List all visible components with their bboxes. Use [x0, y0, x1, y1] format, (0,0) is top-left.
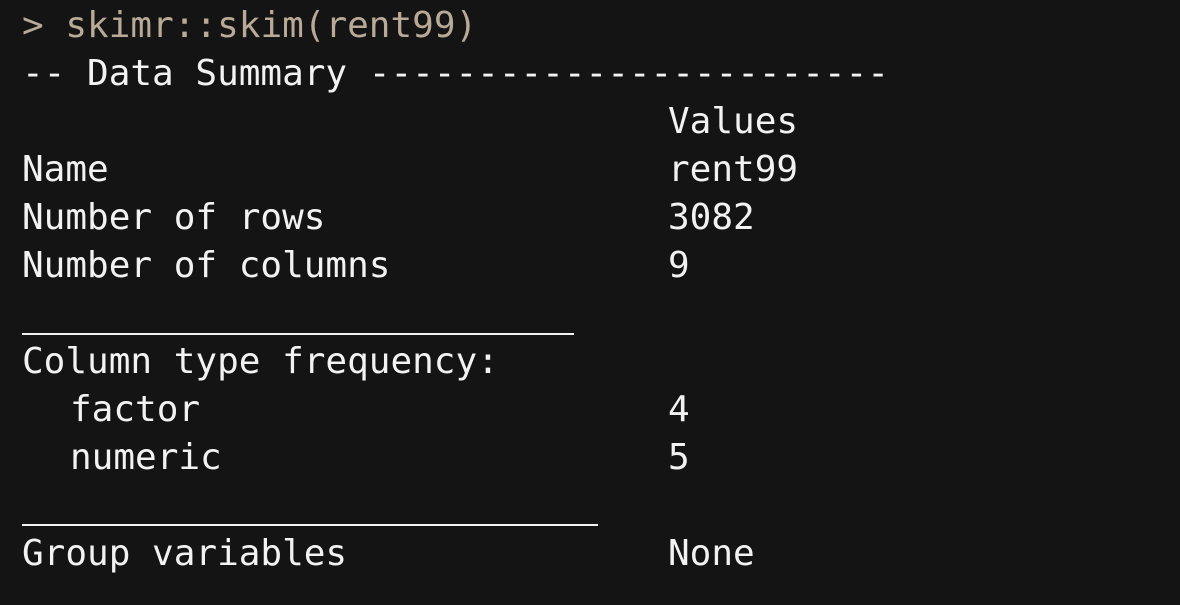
factor-type-count: 4	[668, 389, 690, 430]
summary-name-label: Name	[22, 149, 109, 190]
command-line: > skimr::skim(rent99)	[22, 2, 477, 50]
section-divider	[22, 524, 598, 526]
numeric-type-count: 5	[668, 437, 690, 478]
factor-type-label: factor	[70, 389, 201, 430]
values-column-header: Values	[668, 101, 799, 142]
group-variables-value: None	[668, 533, 755, 574]
summary-name-value: rent99	[668, 149, 799, 190]
summary-columns-value: 9	[668, 245, 690, 286]
numeric-type-label: numeric	[70, 437, 222, 478]
summary-rows-value: 3082	[668, 197, 755, 238]
summary-columns-label: Number of columns	[22, 245, 391, 286]
command-text: skimr::skim(rent99)	[65, 5, 478, 46]
section-divider	[22, 333, 574, 335]
r-console-output: > skimr::skim(rent99) -- Data Summary --…	[0, 0, 1180, 605]
data-summary-header: -- Data Summary ------------------------	[22, 53, 889, 94]
console-prompt: >	[22, 5, 44, 46]
summary-rows-label: Number of rows	[22, 197, 326, 238]
group-variables-label: Group variables	[22, 533, 348, 574]
column-type-frequency-title: Column type frequency:	[22, 341, 499, 382]
